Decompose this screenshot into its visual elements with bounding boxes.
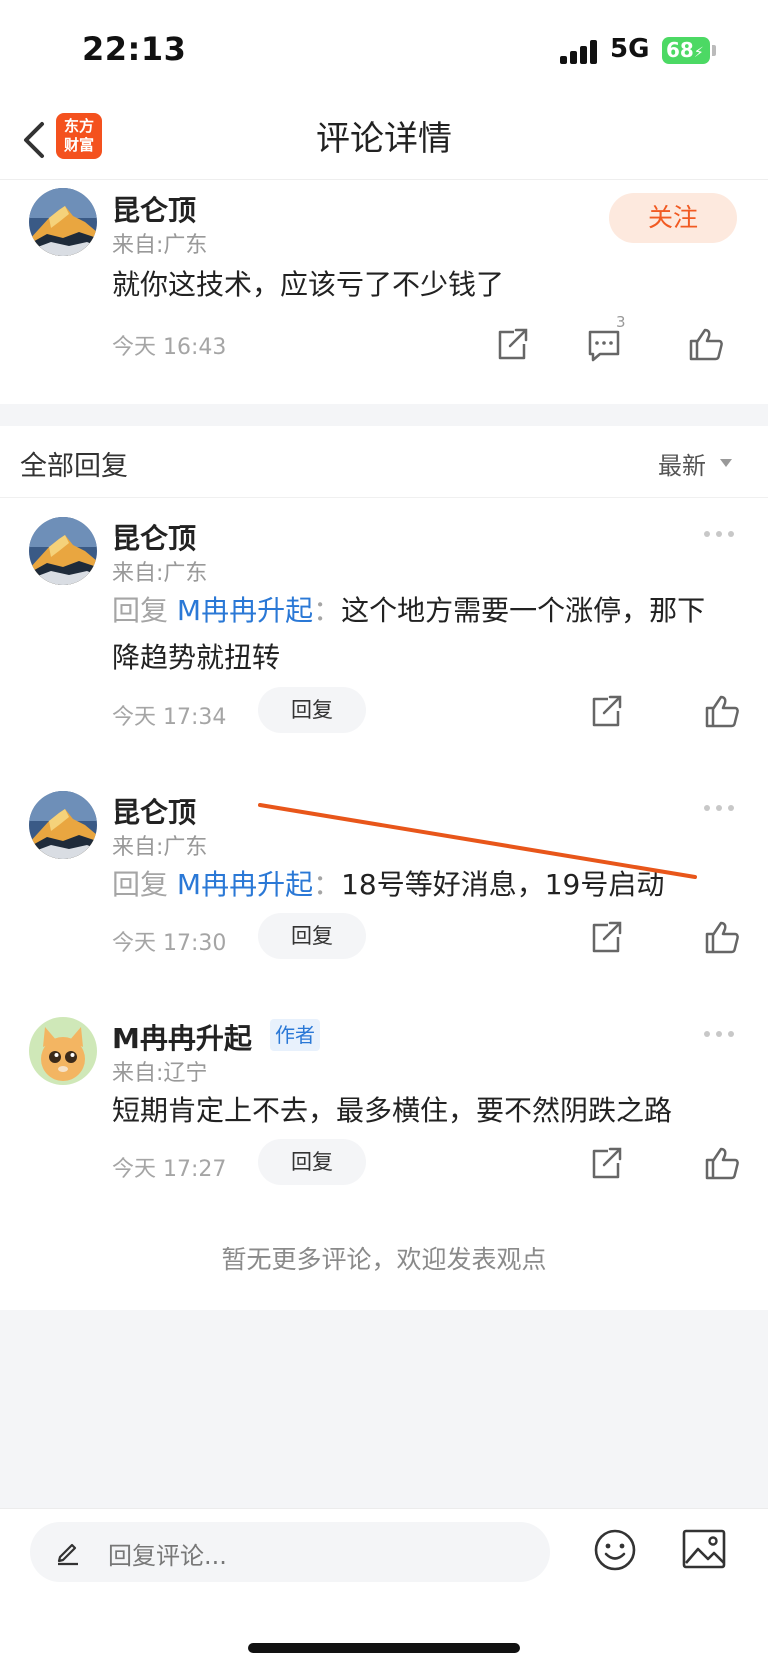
image-icon xyxy=(682,1529,726,1569)
thumbs-up-icon xyxy=(705,1147,739,1180)
comment-content: 就你这技术，应该亏了不少钱了 xyxy=(112,268,505,301)
username[interactable]: 昆仑顶 xyxy=(112,189,196,229)
avatar[interactable] xyxy=(29,1017,97,1085)
share-icon xyxy=(592,921,622,953)
reply-colon: ： xyxy=(313,594,342,627)
share-button[interactable] xyxy=(586,1143,626,1183)
reply-button[interactable]: 回复 xyxy=(258,687,366,733)
chevron-down-icon[interactable] xyxy=(720,459,732,467)
thumbs-up-icon xyxy=(705,921,739,954)
thumbs-up-icon xyxy=(705,695,739,728)
page-title: 评论详情 xyxy=(316,119,452,159)
location: 来自:广东 xyxy=(112,233,208,258)
reply-target-link[interactable]: M冉冉升起 xyxy=(177,868,313,901)
location: 来自:广东 xyxy=(112,835,208,860)
like-button[interactable] xyxy=(702,691,742,731)
more-dots-icon[interactable] xyxy=(704,803,736,813)
list-item: 昆仑顶 来自:广东 回复 M冉冉升起：这个地方需要一个涨停，那下降趋势就扭转 今… xyxy=(0,499,768,747)
reply-time: 今天 17:34 xyxy=(112,705,227,730)
battery-icon: 68⚡ xyxy=(662,37,710,64)
list-item: M冉冉升起 作者 来自:辽宁 短期肯定上不去，最多横住，要不然阴跌之路 今天 1… xyxy=(0,999,768,1224)
follow-button[interactable]: 关注 xyxy=(609,193,737,243)
end-note: 暂无更多评论，欢迎发表观点 xyxy=(221,1245,547,1274)
author-badge: 作者 xyxy=(270,1019,320,1051)
reply-time: 今天 17:27 xyxy=(112,1157,227,1182)
username[interactable]: 昆仑顶 xyxy=(112,791,196,831)
more-dots-icon[interactable] xyxy=(704,529,736,539)
reply-content: 回复 M冉冉升起：这个地方需要一个涨停，那下降趋势就扭转 xyxy=(112,587,732,681)
share-icon xyxy=(592,695,622,727)
image-button[interactable] xyxy=(680,1527,728,1571)
empty-area xyxy=(0,1310,768,1510)
avatar[interactable] xyxy=(29,517,97,585)
bottom-bar: 回复评论... xyxy=(0,1508,768,1664)
share-button[interactable] xyxy=(492,324,532,364)
header: 评论详情 东方 财富 xyxy=(0,100,768,180)
reply-button[interactable]: 回复 xyxy=(258,1139,366,1185)
reply-content: 短期肯定上不去，最多横住，要不然阴跌之路 xyxy=(112,1094,673,1127)
location: 来自:广东 xyxy=(112,561,208,586)
emoji-button[interactable] xyxy=(592,1527,638,1573)
battery-tip xyxy=(712,45,716,56)
logo-line1: 东方 xyxy=(63,117,94,135)
like-button[interactable] xyxy=(702,1143,742,1183)
comment-count: 3 xyxy=(616,313,626,331)
location: 来自:辽宁 xyxy=(112,1061,208,1086)
back-arrow-icon xyxy=(24,122,44,158)
share-icon xyxy=(498,328,528,360)
like-button[interactable] xyxy=(686,324,726,364)
thumbs-up-icon xyxy=(689,328,723,361)
reply-prefix: 回复 xyxy=(112,868,169,901)
username[interactable]: M冉冉升起 xyxy=(112,1017,252,1057)
reply-input[interactable]: 回复评论... xyxy=(30,1522,550,1582)
section-divider xyxy=(0,404,768,426)
battery-level: 68 xyxy=(666,38,694,62)
list-item: 昆仑顶 来自:广东 回复 M冉冉升起：18号等好消息，19号启动 今天 17:3… xyxy=(0,773,768,997)
share-icon xyxy=(592,1147,622,1179)
app-logo[interactable]: 东方 财富 xyxy=(56,113,102,159)
back-button[interactable] xyxy=(14,114,58,166)
main-comment: 昆仑顶 来自:广东 关注 就你这技术，应该亏了不少钱了 今天 16:43 3 xyxy=(0,181,768,404)
username[interactable]: 昆仑顶 xyxy=(112,517,196,557)
avatar[interactable] xyxy=(29,791,97,859)
more-dots-icon[interactable] xyxy=(704,1029,736,1039)
share-button[interactable] xyxy=(586,691,626,731)
status-bar: 22:13 5G 68⚡ xyxy=(0,0,768,100)
emoji-icon xyxy=(594,1529,636,1571)
reply-text: 18号等好消息，19号启动 xyxy=(341,868,665,901)
reply-target-link[interactable]: M冉冉升起 xyxy=(177,594,313,627)
home-indicator xyxy=(248,1643,520,1653)
replies-title: 全部回复 xyxy=(20,451,128,482)
reply-time: 今天 17:30 xyxy=(112,931,227,956)
share-button[interactable] xyxy=(586,917,626,957)
network-label: 5G xyxy=(610,34,650,64)
reply-button[interactable]: 回复 xyxy=(258,913,366,959)
replies-header: 全部回复 最新 xyxy=(0,426,768,498)
pen-icon xyxy=(57,1543,78,1566)
reply-colon: ： xyxy=(313,868,342,901)
reply-prefix: 回复 xyxy=(112,594,169,627)
signal-icon xyxy=(560,40,600,64)
comment-time: 今天 16:43 xyxy=(112,335,227,360)
like-button[interactable] xyxy=(702,917,742,957)
status-time: 22:13 xyxy=(82,30,187,68)
input-placeholder: 回复评论... xyxy=(108,1542,227,1570)
reply-content: 回复 M冉冉升起：18号等好消息，19号启动 xyxy=(112,861,742,908)
sort-dropdown[interactable]: 最新 xyxy=(658,446,706,481)
avatar[interactable] xyxy=(29,188,97,256)
logo-line2: 财富 xyxy=(63,136,94,154)
